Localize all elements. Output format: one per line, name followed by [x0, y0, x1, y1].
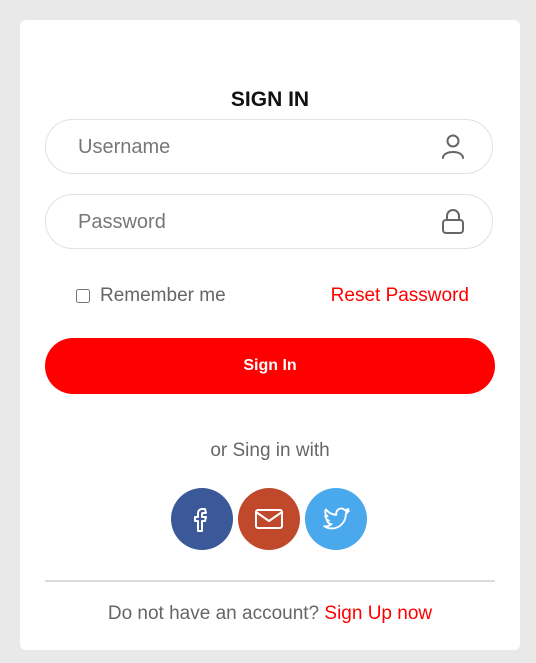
password-field[interactable]: [45, 194, 493, 250]
facebook-button[interactable]: [171, 488, 233, 550]
divider: [45, 580, 495, 582]
user-icon: [442, 134, 464, 159]
twitter-button[interactable]: [305, 488, 367, 550]
signin-card: SIGN IN Remember me Reset Password Sign …: [20, 20, 520, 650]
facebook-icon: [194, 508, 207, 532]
password-input[interactable]: [76, 195, 420, 250]
page-title: SIGN IN: [230, 88, 310, 111]
reset-password-link[interactable]: Reset Password: [331, 285, 469, 307]
signup-prompt-text: Do not have an account?: [107, 603, 325, 624]
remember-label: Remember me: [100, 285, 226, 306]
username-field[interactable]: [45, 119, 493, 175]
lock-icon: [442, 209, 464, 234]
social-buttons: [171, 488, 367, 550]
alt-signin-text: or Sing in with: [210, 440, 330, 461]
sign-up-link[interactable]: Sign Up now: [324, 603, 432, 624]
mail-icon: [255, 509, 283, 529]
sign-in-button[interactable]: Sign In: [45, 338, 495, 394]
remember-checkbox[interactable]: [76, 289, 90, 303]
signup-prompt: Do not have an account? Sign Up now: [20, 603, 520, 625]
twitter-icon: [323, 507, 350, 530]
remember-me[interactable]: Remember me: [76, 285, 226, 307]
username-input[interactable]: [76, 120, 420, 175]
mail-button[interactable]: [238, 488, 300, 550]
